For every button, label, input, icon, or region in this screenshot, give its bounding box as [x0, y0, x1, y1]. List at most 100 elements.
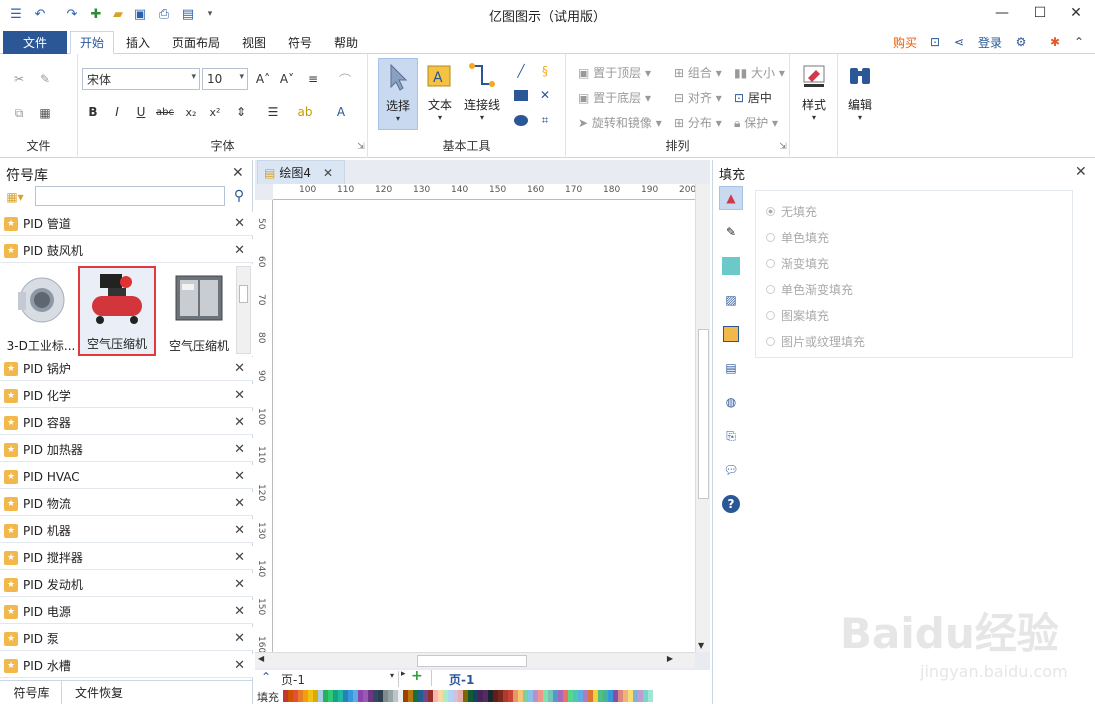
- radio-icon[interactable]: [766, 207, 775, 216]
- horizontal-scroll-thumb[interactable]: [417, 655, 527, 667]
- text-tool-button[interactable]: A 文本 ▾: [420, 58, 460, 130]
- close-library-item-icon[interactable]: ✕: [234, 604, 245, 619]
- library-item[interactable]: ★ PID 鼓风机 ✕: [0, 239, 253, 263]
- share-icon[interactable]: ⋖: [948, 31, 970, 53]
- size-button[interactable]: ▮▮ 大小 ▾: [734, 64, 785, 81]
- color-swatch[interactable]: [648, 690, 653, 702]
- align-button[interactable]: ⊟ 对齐 ▾: [674, 89, 722, 106]
- fill-bucket-icon[interactable]: ▲: [719, 186, 743, 210]
- scroll-left-icon[interactable]: ◀: [258, 654, 264, 663]
- bold-icon[interactable]: B: [82, 101, 104, 123]
- page-tab[interactable]: 页-1: [449, 671, 474, 688]
- radio-icon[interactable]: [766, 233, 775, 242]
- close-library-item-icon[interactable]: ✕: [234, 415, 245, 430]
- font-size-combo[interactable]: 10 ▾: [202, 68, 248, 90]
- library-item[interactable]: ★ PID 锅炉 ✕: [0, 357, 253, 381]
- radio-icon[interactable]: [766, 259, 775, 268]
- highlight-icon[interactable]: ab: [294, 101, 316, 123]
- line-tool-icon[interactable]: ╱: [510, 60, 532, 82]
- line-style-icon[interactable]: ✎: [719, 220, 743, 244]
- vertical-scrollbar[interactable]: ▼: [695, 184, 710, 652]
- close-library-icon[interactable]: ✕: [232, 165, 244, 181]
- close-fill-panel-icon[interactable]: ✕: [1075, 164, 1087, 180]
- text-align-icon[interactable]: ≡: [302, 68, 324, 90]
- paragraph-spacing-icon[interactable]: ⇕: [230, 101, 252, 123]
- tab-view[interactable]: 视图: [234, 31, 274, 54]
- font-color-icon[interactable]: A: [330, 101, 352, 123]
- radio-icon[interactable]: [766, 285, 775, 294]
- decrease-font-icon[interactable]: A˅: [276, 68, 298, 90]
- library-item[interactable]: ★ PID 水槽 ✕: [0, 654, 253, 678]
- close-library-item-icon[interactable]: ✕: [234, 658, 245, 673]
- subscript-icon[interactable]: x₂: [180, 101, 202, 123]
- login-link[interactable]: 登录: [978, 34, 1002, 51]
- distribute-button[interactable]: ⊞ 分布 ▾: [674, 114, 722, 131]
- help-icon[interactable]: ?: [719, 492, 743, 516]
- superscript-icon[interactable]: x²: [204, 101, 226, 123]
- library-item[interactable]: ★ PID 容器 ✕: [0, 411, 253, 435]
- bullet-list-icon[interactable]: ☰: [262, 101, 284, 123]
- bring-to-front-button[interactable]: ▣ 置于顶层 ▾: [578, 64, 651, 81]
- center-button[interactable]: ⊡ 居中: [734, 89, 772, 106]
- close-document-icon[interactable]: ✕: [323, 166, 333, 180]
- group-button[interactable]: ⊞ 组合 ▾: [674, 64, 722, 81]
- page-select[interactable]: 页-1 ▾: [281, 671, 399, 687]
- close-library-item-icon[interactable]: ✕: [234, 631, 245, 646]
- gallery-scrollbar[interactable]: [236, 266, 251, 354]
- buy-link[interactable]: 购买: [893, 34, 917, 51]
- hyperlink-globe-icon[interactable]: ◍: [719, 390, 743, 414]
- curve-tool-icon[interactable]: §: [534, 60, 556, 82]
- comment-icon[interactable]: 💬︎: [719, 458, 743, 482]
- line-spacing-icon[interactable]: ⌒: [334, 68, 356, 90]
- library-item[interactable]: ★ PID 加热器 ✕: [0, 438, 253, 462]
- horizontal-scrollbar[interactable]: ◀ ▶: [255, 652, 695, 668]
- radio-icon[interactable]: [766, 311, 775, 320]
- crop-tool-icon[interactable]: ⌗: [534, 109, 556, 131]
- tab-help[interactable]: 帮助: [326, 31, 366, 54]
- fill-option[interactable]: 单色渐变填充: [766, 281, 853, 298]
- font-name-combo[interactable]: 宋体 ▾: [82, 68, 200, 90]
- collapse-ribbon-icon[interactable]: ⌃: [1068, 31, 1090, 53]
- edit-button[interactable]: 编辑 ▾: [840, 58, 880, 130]
- select-tool-button[interactable]: 选择 ▾: [378, 58, 418, 130]
- fill-option[interactable]: 图案填充: [766, 307, 829, 324]
- send-to-back-button[interactable]: ▣ 置于底层 ▾: [578, 89, 651, 106]
- ellipse-tool-icon[interactable]: [510, 109, 532, 131]
- fill-option[interactable]: 图片或纹理填充: [766, 333, 865, 350]
- connector-tool-button[interactable]: 连接线 ▾: [460, 58, 504, 130]
- rotate-mirror-button[interactable]: ➤ 旋转和镜像 ▾: [578, 114, 662, 131]
- strikethrough-icon[interactable]: abc: [154, 101, 176, 123]
- library-item[interactable]: ★ PID 管道 ✕: [0, 212, 253, 236]
- image-icon[interactable]: ▨: [719, 288, 743, 312]
- library-item[interactable]: ★ PID 化学 ✕: [0, 384, 253, 408]
- vertical-scroll-thumb[interactable]: [698, 329, 709, 499]
- library-item[interactable]: ★ PID 电源 ✕: [0, 600, 253, 624]
- copy-icon[interactable]: ⧉: [8, 102, 30, 124]
- paste-icon[interactable]: ▦: [34, 102, 56, 124]
- scroll-right-icon[interactable]: ▶: [667, 654, 673, 663]
- close-library-item-icon[interactable]: ✕: [234, 577, 245, 592]
- protect-button[interactable]: 🔒︎ 保护 ▾: [734, 114, 778, 131]
- page-properties-icon[interactable]: ▤: [719, 356, 743, 380]
- drawing-page[interactable]: [273, 200, 695, 652]
- tab-symbols[interactable]: 符号: [280, 31, 320, 54]
- close-library-item-icon[interactable]: ✕: [234, 523, 245, 538]
- fill-option[interactable]: 无填充: [766, 203, 817, 220]
- shape-air-compressor[interactable]: 空气压缩机: [160, 266, 238, 356]
- cut-icon[interactable]: ✂: [8, 68, 30, 90]
- page-nav-icon[interactable]: ▸: [401, 669, 406, 679]
- increase-font-icon[interactable]: A˄: [252, 68, 274, 90]
- library-item[interactable]: ★ PID 物流 ✕: [0, 492, 253, 516]
- expand-pages-icon[interactable]: ⌃: [261, 670, 271, 684]
- file-tab[interactable]: 文件: [3, 31, 67, 54]
- style-button[interactable]: 样式 ▾: [794, 58, 834, 130]
- tab-insert[interactable]: 插入: [118, 31, 158, 54]
- search-icon[interactable]: ⚲: [228, 185, 250, 207]
- attachment-icon[interactable]: ⎘: [719, 424, 743, 448]
- export-icon[interactable]: ⊡: [924, 31, 946, 53]
- close-library-item-icon[interactable]: ✕: [234, 388, 245, 403]
- document-tab[interactable]: ▤ 绘图4 ✕: [257, 160, 345, 184]
- close-library-item-icon[interactable]: ✕: [234, 361, 245, 376]
- gallery-scroll-thumb[interactable]: [239, 285, 248, 303]
- fill-option[interactable]: 单色填充: [766, 229, 829, 246]
